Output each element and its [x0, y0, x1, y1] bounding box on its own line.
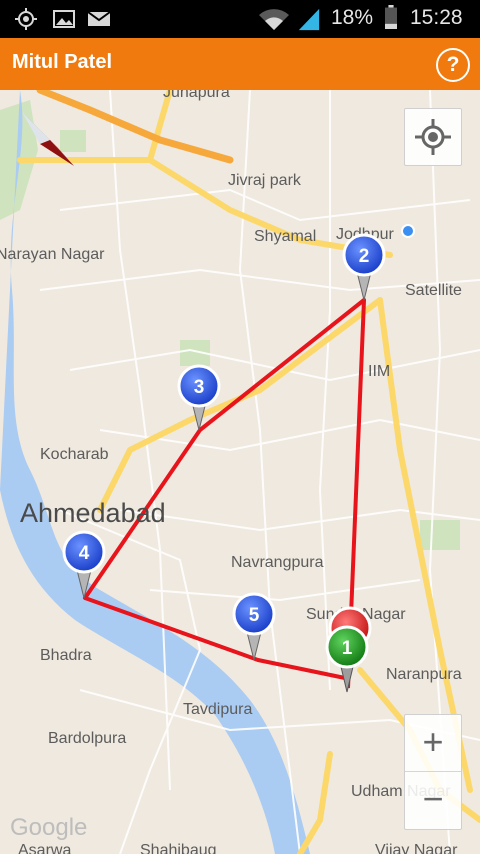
- svg-text:1: 1: [342, 638, 353, 659]
- app-title: Mitul Patel: [12, 51, 113, 73]
- my-location-icon: [415, 119, 451, 155]
- zoom-in-label: +: [422, 721, 444, 762]
- app-bar: Mitul Patel: [0, 38, 480, 90]
- mail-icon: [87, 11, 111, 26]
- map-view[interactable]: Junapura Jivraj park Shyamal Jodhpur Nar…: [0, 90, 480, 854]
- clock: 15:28: [410, 6, 463, 29]
- status-bar: 18% 15:28: [0, 0, 480, 38]
- marker-3[interactable]: 3: [177, 364, 221, 431]
- compass-icon[interactable]: [18, 110, 78, 174]
- battery-icon: [385, 5, 397, 29]
- battery-percent: 18%: [331, 6, 374, 29]
- signal-icon: [298, 8, 320, 31]
- gps-icon: [15, 8, 37, 30]
- zoom-in-button[interactable]: +: [405, 715, 461, 772]
- my-location-button[interactable]: [404, 108, 462, 166]
- svg-text:2: 2: [359, 246, 370, 267]
- svg-text:4: 4: [79, 543, 90, 564]
- marker-5[interactable]: 5: [232, 592, 276, 661]
- svg-text:5: 5: [249, 605, 260, 626]
- marker-1[interactable]: 1: [325, 625, 369, 693]
- zoom-out-label: −: [422, 778, 444, 819]
- zoom-controls: + −: [404, 714, 462, 830]
- image-icon: [53, 10, 75, 28]
- google-logo: Google: [10, 814, 88, 841]
- wifi-icon: [259, 9, 289, 31]
- marker-2[interactable]: 2: [342, 233, 386, 301]
- svg-text:3: 3: [194, 377, 205, 398]
- zoom-out-button[interactable]: −: [405, 772, 461, 828]
- help-button[interactable]: ?: [436, 48, 470, 82]
- marker-4[interactable]: 4: [62, 530, 106, 599]
